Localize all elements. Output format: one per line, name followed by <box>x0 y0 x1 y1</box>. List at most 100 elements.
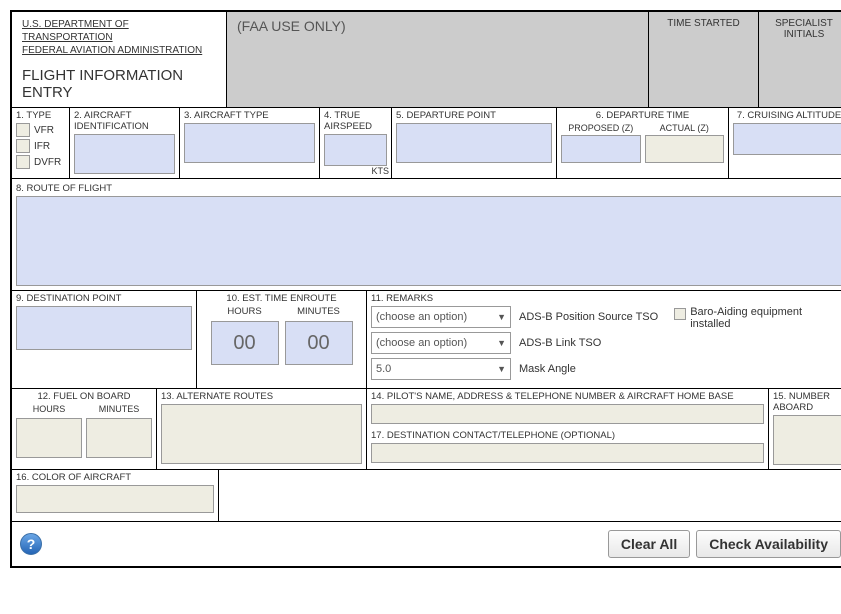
adsb-pos-value: (choose an option) <box>376 311 467 323</box>
dvfr-checkbox[interactable] <box>16 155 30 169</box>
field-7-label: 7. CRUISING ALTITUDE <box>733 110 841 121</box>
adsb-pos-label: ADS-B Position Source TSO <box>519 311 658 323</box>
mask-angle-value: 5.0 <box>376 363 391 375</box>
faa-use-only: (FAA USE ONLY) <box>227 12 649 107</box>
vfr-checkbox[interactable] <box>16 123 30 137</box>
row-12-15: 12. FUEL ON BOARD HOURS MINUTES 13. ALTE… <box>12 389 841 470</box>
row-1-7: 1. TYPE VFR IFR DVFR 2. AIRCRAFT IDENTIF… <box>12 108 841 179</box>
field-4-airspeed: 4. TRUE AIRSPEED KTS <box>320 108 392 178</box>
ete-hours-label: HOURS <box>211 306 279 317</box>
baro-checkbox[interactable] <box>674 308 686 320</box>
fuel-hours-label: HOURS <box>16 404 82 414</box>
field-5-departure-point: 5. DEPARTURE POINT <box>392 108 557 178</box>
field-2-aircraft-id: 2. AIRCRAFT IDENTIFICATION <box>70 108 180 178</box>
dept-line1: U.S. DEPARTMENT OF TRANSPORTATION <box>22 18 216 44</box>
field-4-label: 4. TRUE AIRSPEED <box>324 110 387 132</box>
field-5-label: 5. DEPARTURE POINT <box>396 110 552 121</box>
destination-contact-input[interactable] <box>371 443 764 463</box>
number-aboard-input[interactable] <box>773 415 841 465</box>
page-title: FLIGHT INFORMATION ENTRY <box>22 67 216 101</box>
fuel-minutes-input[interactable] <box>86 418 152 458</box>
field-12-label: 12. FUEL ON BOARD <box>16 391 152 402</box>
field-14-17-container: 14. PILOT'S NAME, ADDRESS & TELEPHONE NU… <box>367 389 769 469</box>
ifr-checkbox[interactable] <box>16 139 30 153</box>
check-availability-button[interactable]: Check Availability <box>696 530 841 558</box>
mask-angle-label: Mask Angle <box>519 363 576 375</box>
adsb-link-select[interactable]: (choose an option) ▼ <box>371 332 511 354</box>
field-1-label: 1. TYPE <box>16 110 65 121</box>
field-11-remarks: 11. REMARKS (choose an option) ▼ ADS-B P… <box>367 291 841 388</box>
dvfr-label: DVFR <box>34 157 61 168</box>
field-9-destination: 9. DESTINATION POINT <box>12 291 197 388</box>
actual-time-input[interactable] <box>645 135 725 163</box>
field-10-ete: 10. EST. TIME ENROUTE HOURS 00 MINUTES 0… <box>197 291 367 388</box>
route-input[interactable] <box>16 196 841 286</box>
kts-unit: KTS <box>371 166 389 176</box>
dept-line2: FEDERAL AVIATION ADMINISTRATION <box>22 44 216 57</box>
proposed-time-input[interactable] <box>561 135 641 163</box>
row-8: 8. ROUTE OF FLIGHT <box>12 179 841 291</box>
field-15-label: 15. NUMBER ABOARD <box>773 391 841 413</box>
row-16: 16. COLOR OF AIRCRAFT <box>12 470 841 522</box>
row-9-11: 9. DESTINATION POINT 10. EST. TIME ENROU… <box>12 291 841 389</box>
field-10-label: 10. EST. TIME ENROUTE <box>201 293 362 304</box>
field-3-aircraft-type: 3. AIRCRAFT TYPE <box>180 108 320 178</box>
field-7-cruising-altitude: 7. CRUISING ALTITUDE <box>729 108 841 178</box>
type-vfr-row[interactable]: VFR <box>16 123 65 137</box>
cruising-altitude-input[interactable] <box>733 123 841 155</box>
type-ifr-row[interactable]: IFR <box>16 139 65 153</box>
actual-z-label: ACTUAL (Z) <box>645 123 725 133</box>
mask-angle-select[interactable]: 5.0 ▼ <box>371 358 511 380</box>
field-11-label: 11. REMARKS <box>371 293 841 304</box>
baro-aiding-row[interactable]: Baro-Aiding equipment installed <box>674 306 841 330</box>
pilot-info-input[interactable] <box>371 404 764 424</box>
field-2-label: 2. AIRCRAFT IDENTIFICATION <box>74 110 175 132</box>
field-13-label: 13. ALTERNATE ROUTES <box>161 391 362 402</box>
field-17-label: 17. DESTINATION CONTACT/TELEPHONE (OPTIO… <box>371 430 764 441</box>
adsb-link-label: ADS-B Link TSO <box>519 337 601 349</box>
adsb-link-value: (choose an option) <box>376 337 467 349</box>
ete-minutes-input[interactable]: 00 <box>285 321 353 365</box>
specialist-initials-header: SPECIALIST INITIALS <box>759 12 841 107</box>
field-16-color: 16. COLOR OF AIRCRAFT <box>12 470 219 521</box>
proposed-z-label: PROPOSED (Z) <box>561 123 641 133</box>
departure-point-input[interactable] <box>396 123 552 163</box>
field-3-label: 3. AIRCRAFT TYPE <box>184 110 315 121</box>
aircraft-type-input[interactable] <box>184 123 315 163</box>
vfr-label: VFR <box>34 125 54 136</box>
field-16-label: 16. COLOR OF AIRCRAFT <box>16 472 214 483</box>
field-12-fuel: 12. FUEL ON BOARD HOURS MINUTES <box>12 389 157 469</box>
help-icon[interactable]: ? <box>20 533 42 555</box>
adsb-position-select[interactable]: (choose an option) ▼ <box>371 306 511 328</box>
row-16-spacer <box>219 470 841 521</box>
footer-row: ? Clear All Check Availability <box>12 522 841 566</box>
airspeed-input[interactable] <box>324 134 387 166</box>
field-13-alternate: 13. ALTERNATE ROUTES <box>157 389 367 469</box>
clear-all-button[interactable]: Clear All <box>608 530 690 558</box>
ete-hours-input[interactable]: 00 <box>211 321 279 365</box>
field-6-departure-time: 6. DEPARTURE TIME PROPOSED (Z) ACTUAL (Z… <box>557 108 729 178</box>
time-started-header: TIME STARTED <box>649 12 759 107</box>
field-9-label: 9. DESTINATION POINT <box>16 293 192 304</box>
alternate-routes-input[interactable] <box>161 404 362 464</box>
fuel-minutes-label: MINUTES <box>86 404 152 414</box>
field-1-type: 1. TYPE VFR IFR DVFR <box>12 108 70 178</box>
field-8-route: 8. ROUTE OF FLIGHT <box>12 179 841 290</box>
destination-input[interactable] <box>16 306 192 350</box>
chevron-down-icon: ▼ <box>497 338 506 348</box>
aircraft-id-input[interactable] <box>74 134 175 174</box>
header-left: U.S. DEPARTMENT OF TRANSPORTATION FEDERA… <box>12 12 227 107</box>
color-input[interactable] <box>16 485 214 513</box>
baro-label: Baro-Aiding equipment installed <box>690 306 841 330</box>
footer-buttons: Clear All Check Availability <box>608 530 841 558</box>
fuel-hours-input[interactable] <box>16 418 82 458</box>
flight-form: U.S. DEPARTMENT OF TRANSPORTATION FEDERA… <box>10 10 841 568</box>
field-15-number-aboard: 15. NUMBER ABOARD <box>769 389 841 469</box>
type-dvfr-row[interactable]: DVFR <box>16 155 65 169</box>
chevron-down-icon: ▼ <box>497 364 506 374</box>
field-6-label: 6. DEPARTURE TIME <box>561 110 724 121</box>
ete-minutes-label: MINUTES <box>285 306 353 317</box>
chevron-down-icon: ▼ <box>497 312 506 322</box>
field-14-label: 14. PILOT'S NAME, ADDRESS & TELEPHONE NU… <box>371 391 764 402</box>
header-row: U.S. DEPARTMENT OF TRANSPORTATION FEDERA… <box>12 12 841 108</box>
